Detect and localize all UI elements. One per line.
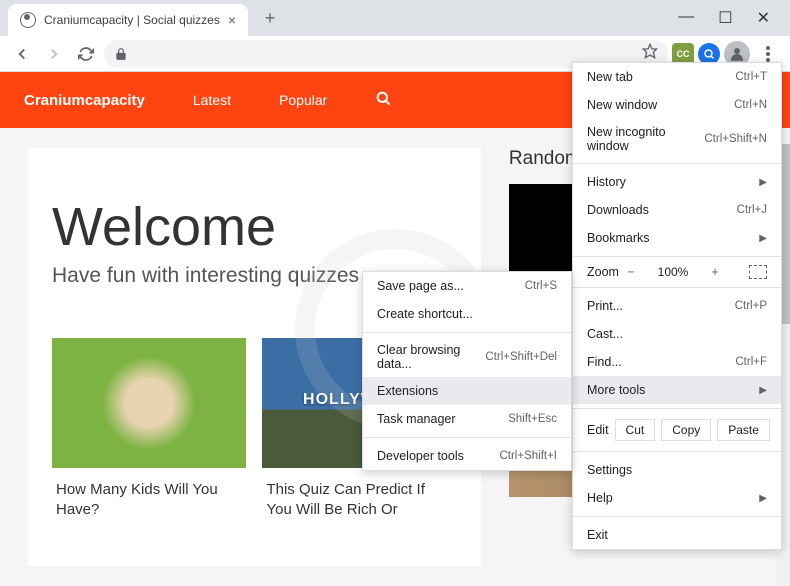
menu-history[interactable]: History▶ [573, 168, 781, 196]
menu-new-incognito[interactable]: New incognito windowCtrl+Shift+N [573, 119, 781, 159]
edit-paste-button[interactable]: Paste [717, 419, 770, 441]
site-brand[interactable]: Craniumcapacity [24, 92, 169, 109]
menu-edit-row: Edit Cut Copy Paste [573, 413, 781, 447]
menu-downloads[interactable]: DownloadsCtrl+J [573, 196, 781, 224]
minimize-icon[interactable]: — [678, 8, 694, 28]
menu-zoom-row: Zoom − 100% + [573, 261, 781, 283]
menu-more-tools[interactable]: More tools▶ [573, 376, 781, 404]
menu-find[interactable]: Find...Ctrl+F [573, 348, 781, 376]
submenu-create-shortcut[interactable]: Create shortcut... [363, 300, 571, 328]
zoom-out-button[interactable]: − [621, 265, 641, 279]
window-titlebar: Craniumcapacity | Social quizzes × + — ☐… [0, 0, 790, 36]
page-title: Welcome [52, 196, 457, 258]
menu-exit[interactable]: Exit [573, 521, 781, 549]
zoom-in-button[interactable]: + [705, 265, 725, 279]
more-tools-submenu: Save page as...Ctrl+S Create shortcut...… [362, 271, 572, 471]
nav-latest[interactable]: Latest [169, 72, 255, 128]
submenu-dev-tools[interactable]: Developer toolsCtrl+Shift+I [363, 442, 571, 470]
edit-cut-button[interactable]: Cut [615, 419, 656, 441]
menu-bookmarks[interactable]: Bookmarks▶ [573, 224, 781, 252]
forward-button[interactable] [40, 40, 68, 68]
menu-settings[interactable]: Settings [573, 456, 781, 484]
zoom-value: 100% [655, 265, 691, 279]
menu-cast[interactable]: Cast... [573, 320, 781, 348]
nav-search-icon[interactable] [351, 90, 415, 111]
close-icon[interactable]: × [228, 12, 236, 28]
submenu-clear-data[interactable]: Clear browsing data...Ctrl+Shift+Del [363, 337, 571, 377]
menu-new-tab[interactable]: New tabCtrl+T [573, 63, 781, 91]
back-button[interactable] [8, 40, 36, 68]
nav-popular[interactable]: Popular [255, 72, 351, 128]
chrome-main-menu: New tabCtrl+T New windowCtrl+N New incog… [572, 62, 782, 550]
maximize-icon[interactable]: ☐ [718, 8, 732, 28]
submenu-save-page[interactable]: Save page as...Ctrl+S [363, 272, 571, 300]
menu-new-window[interactable]: New windowCtrl+N [573, 91, 781, 119]
browser-tab[interactable]: Craniumcapacity | Social quizzes × [8, 4, 248, 36]
submenu-extensions[interactable]: Extensions [363, 377, 571, 405]
menu-help[interactable]: Help▶ [573, 484, 781, 512]
new-tab-button[interactable]: + [256, 4, 284, 32]
card-image-family [52, 338, 246, 468]
card-title: How Many Kids Will You Have? [52, 468, 246, 533]
bookmark-star-icon[interactable] [642, 43, 658, 64]
close-window-icon[interactable]: ✕ [757, 8, 770, 28]
edit-copy-button[interactable]: Copy [661, 419, 711, 441]
reload-button[interactable] [72, 40, 100, 68]
menu-print[interactable]: Print...Ctrl+P [573, 292, 781, 320]
submenu-task-manager[interactable]: Task managerShift+Esc [363, 405, 571, 433]
card-title: This Quiz Can Predict If You Will Be Ric… [262, 468, 456, 533]
lock-icon [114, 47, 128, 61]
quiz-card[interactable]: How Many Kids Will You Have? [52, 338, 246, 533]
fullscreen-icon[interactable] [749, 265, 767, 279]
tab-title: Craniumcapacity | Social quizzes [44, 13, 220, 27]
globe-icon [20, 12, 36, 28]
